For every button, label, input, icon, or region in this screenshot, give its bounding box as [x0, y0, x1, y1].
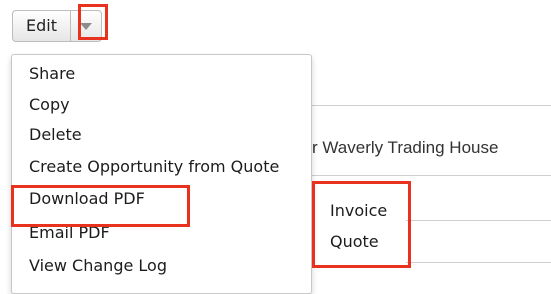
menu-item-download-pdf[interactable]: Download PDF [29, 189, 145, 209]
menu-item-view-change-log[interactable]: View Change Log [29, 256, 167, 276]
menu-item-share[interactable]: Share [29, 64, 75, 84]
submenu-item-invoice[interactable]: Invoice [330, 201, 387, 221]
edit-button[interactable]: Edit [12, 10, 70, 42]
actions-dropdown-toggle[interactable] [70, 10, 102, 42]
download-pdf-submenu: Invoice Quote [318, 187, 406, 264]
menu-item-email-pdf[interactable]: Email PDF [29, 223, 110, 243]
record-name-text: r Waverly Trading House [312, 138, 499, 157]
menu-item-copy[interactable]: Copy [29, 95, 70, 115]
background-divider [406, 220, 551, 221]
background-divider [312, 175, 551, 176]
background-divider [406, 262, 551, 263]
chevron-down-icon [80, 23, 92, 30]
background-divider [312, 105, 551, 106]
menu-item-delete[interactable]: Delete [29, 125, 82, 145]
actions-menu: Share Copy Delete Create Opportunity fro… [11, 54, 312, 294]
submenu-item-quote[interactable]: Quote [330, 232, 379, 252]
edit-button-group: Edit [12, 10, 102, 42]
menu-item-create-opportunity[interactable]: Create Opportunity from Quote [29, 157, 279, 177]
